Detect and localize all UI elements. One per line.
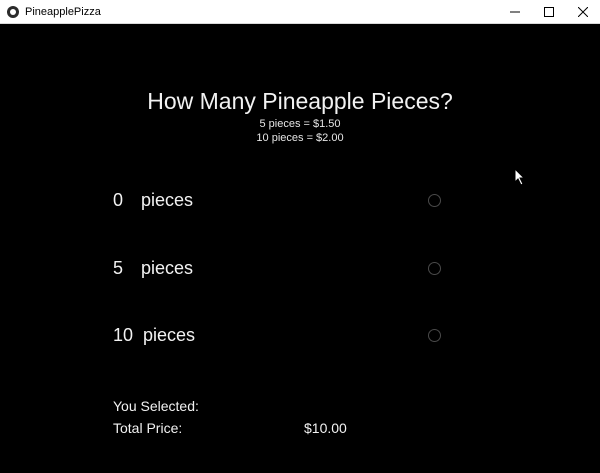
window-controls	[498, 0, 600, 24]
option-count: 0	[113, 190, 124, 210]
maximize-button[interactable]	[532, 0, 566, 24]
close-button[interactable]	[566, 0, 600, 24]
mouse-cursor-icon	[514, 168, 526, 186]
price-line-5: 5 pieces = $1.50	[259, 118, 341, 130]
option-unit: pieces	[141, 258, 194, 278]
option-10-pieces[interactable]: 10 pieces	[113, 325, 449, 355]
option-unit: pieces	[141, 190, 194, 210]
selected-label: You Selected:	[113, 398, 199, 414]
option-5-pieces[interactable]: 5 pieces	[113, 258, 449, 288]
window-title: PineapplePizza	[25, 5, 101, 18]
maximize-icon	[544, 7, 554, 17]
title-bar: PineapplePizza	[0, 0, 600, 24]
app-icon	[7, 5, 19, 18]
total-price-label: Total Price:	[113, 420, 183, 436]
app-content: How Many Pineapple Pieces? 5 pieces = $1…	[0, 24, 600, 473]
option-0-radio[interactable]	[428, 194, 441, 207]
option-0-pieces[interactable]: 0 pieces	[113, 190, 449, 220]
page-title: How Many Pineapple Pieces?	[147, 88, 453, 114]
option-count: 10	[113, 325, 134, 345]
option-10-radio[interactable]	[428, 329, 441, 342]
price-line-10: 10 pieces = $2.00	[256, 132, 344, 144]
close-icon	[578, 7, 588, 17]
option-unit: pieces	[143, 325, 196, 345]
total-price-value: $10.00	[304, 420, 347, 436]
minimize-button[interactable]	[498, 0, 532, 24]
option-5-radio[interactable]	[428, 262, 441, 275]
minimize-icon	[510, 11, 520, 13]
option-count: 5	[113, 258, 124, 278]
